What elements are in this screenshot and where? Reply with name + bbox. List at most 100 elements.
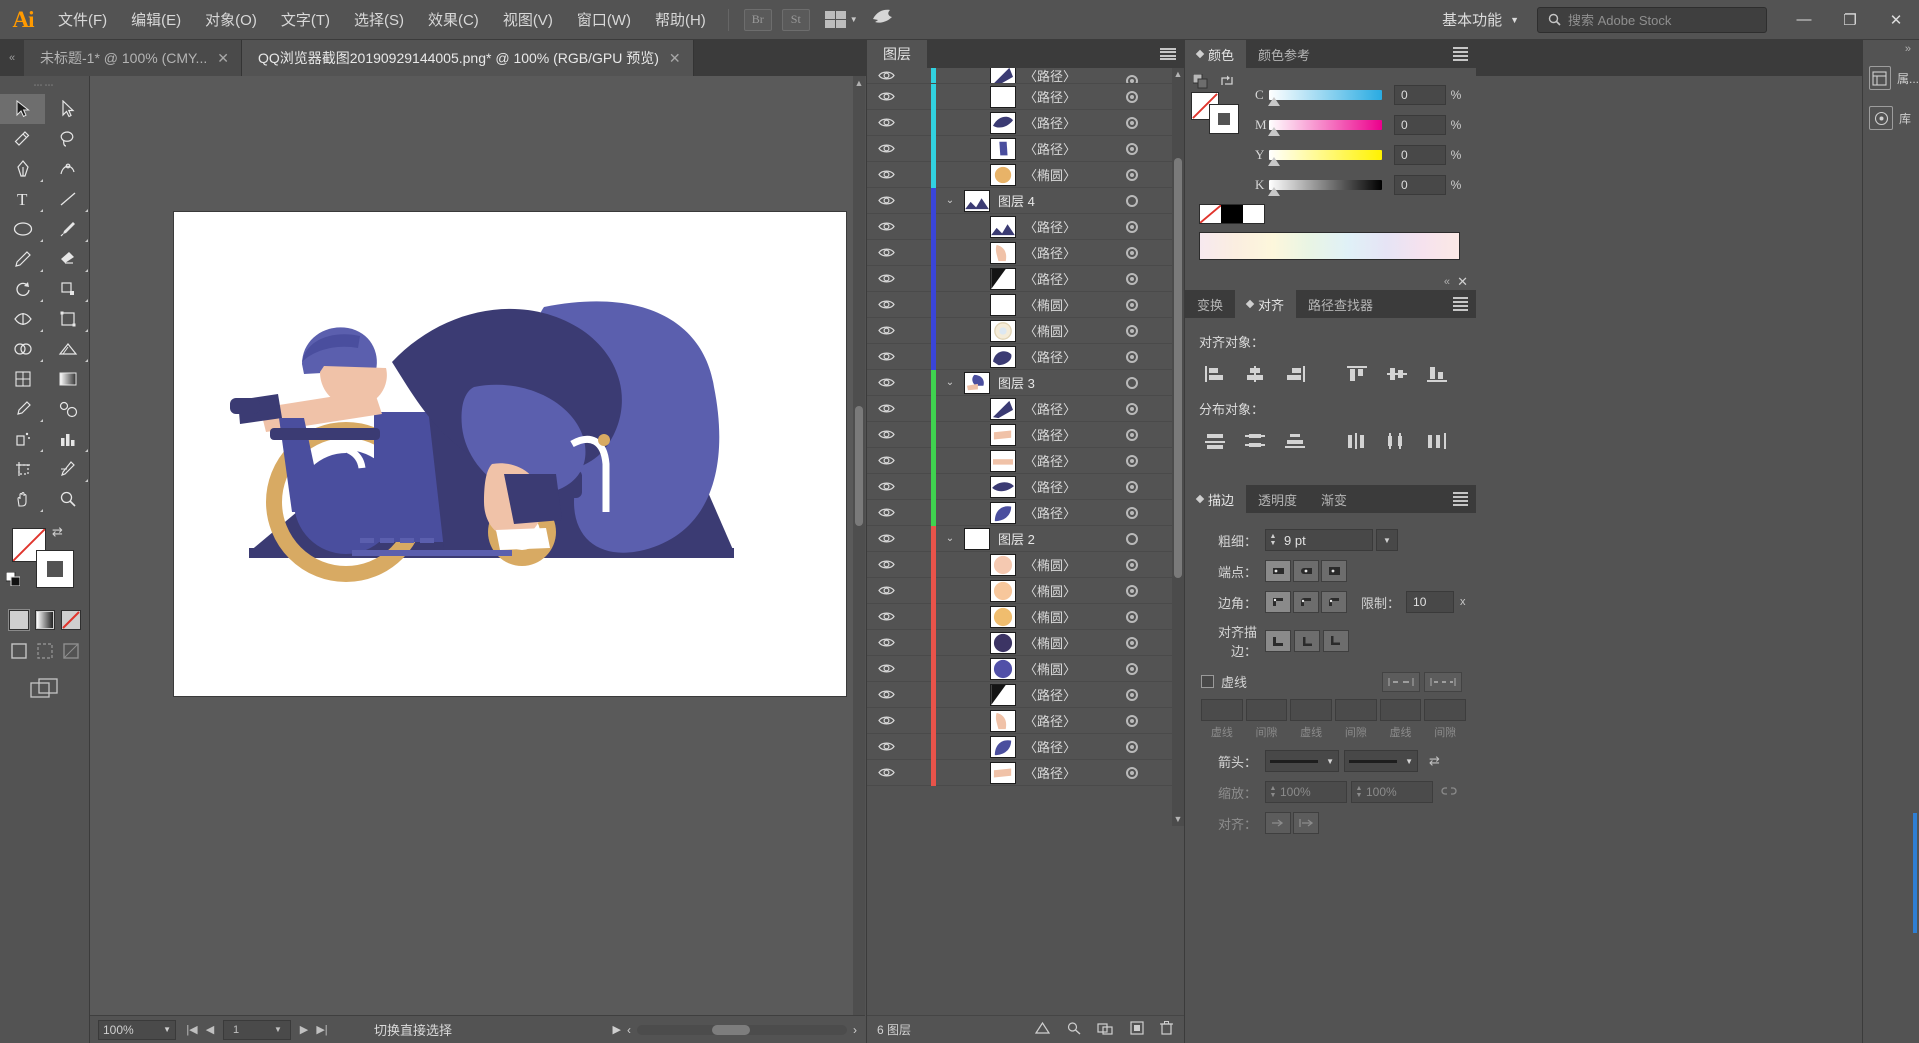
- dashed-line-checkbox-row[interactable]: 虚线: [1201, 671, 1466, 692]
- default-fill-stroke-icon[interactable]: [5, 571, 21, 587]
- black-swatch[interactable]: [1221, 205, 1243, 223]
- visibility-toggle-icon[interactable]: [867, 299, 905, 310]
- gap-input-1[interactable]: [1245, 699, 1288, 721]
- layer-target-indicator[interactable]: [1126, 403, 1138, 415]
- layers-scroll-thumb[interactable]: [1174, 158, 1182, 578]
- workspace-switcher[interactable]: 基本功能 ▼: [1432, 6, 1529, 34]
- color-button[interactable]: [7, 609, 30, 631]
- layer-target-indicator[interactable]: [1126, 429, 1138, 441]
- layer-target-indicator[interactable]: [1126, 221, 1138, 233]
- gap-input-3[interactable]: [1424, 699, 1467, 721]
- magic-wand-tool[interactable]: [0, 124, 45, 154]
- dash-input-2[interactable]: [1290, 699, 1333, 721]
- selection-tool[interactable]: [0, 94, 45, 124]
- menu-edit[interactable]: 编辑(E): [119, 0, 193, 40]
- slider-input-y[interactable]: 0: [1394, 145, 1446, 165]
- slider-track-k[interactable]: [1268, 180, 1382, 196]
- layer-row[interactable]: 〈椭圆〉: [867, 551, 1184, 578]
- tab-transform[interactable]: 变换: [1185, 290, 1235, 318]
- layer-target-indicator[interactable]: [1126, 91, 1138, 103]
- column-graph-tool[interactable]: [45, 424, 90, 454]
- expand-dock-icon[interactable]: »: [1863, 40, 1919, 58]
- layer-row[interactable]: ⌄ 图层 3: [867, 369, 1184, 396]
- rotate-tool[interactable]: [0, 274, 45, 304]
- distribute-top-icon[interactable]: [1197, 428, 1233, 454]
- dash-align-corners-icon[interactable]: [1424, 671, 1462, 692]
- visibility-toggle-icon[interactable]: [867, 741, 905, 752]
- dash-input-1[interactable]: [1201, 699, 1243, 721]
- none-button[interactable]: [60, 610, 81, 630]
- create-new-sublayer-icon[interactable]: [1097, 1021, 1114, 1038]
- blend-tool[interactable]: [45, 394, 90, 424]
- stepper-arrows-icon[interactable]: ▲ ▼: [1352, 785, 1366, 799]
- document-tab-1[interactable]: 未标题-1* @ 100% (CMY... ✕: [24, 40, 242, 76]
- visibility-toggle-icon[interactable]: [867, 195, 905, 206]
- align-top-icon[interactable]: [1339, 361, 1375, 387]
- visibility-toggle-icon[interactable]: [867, 70, 905, 81]
- canvas-area[interactable]: ▲ ▼: [90, 76, 865, 1043]
- restore-button[interactable]: ❐: [1827, 0, 1873, 40]
- visibility-toggle-icon[interactable]: [867, 403, 905, 414]
- miter-join-icon[interactable]: [1265, 591, 1291, 613]
- delete-selection-icon[interactable]: [1160, 1021, 1173, 1038]
- slice-tool[interactable]: [45, 454, 90, 484]
- visibility-toggle-icon[interactable]: [867, 767, 905, 778]
- layer-target-indicator[interactable]: [1126, 169, 1138, 181]
- visibility-toggle-icon[interactable]: [867, 221, 905, 232]
- canvas-scroll-thumb[interactable]: [855, 406, 863, 526]
- scroll-up-icon[interactable]: ▲: [1172, 68, 1184, 81]
- layer-target-indicator[interactable]: [1126, 637, 1138, 649]
- visibility-toggle-icon[interactable]: [867, 611, 905, 622]
- zoom-tool[interactable]: [45, 484, 90, 514]
- expand-collapse-icon[interactable]: ⌄: [936, 377, 964, 388]
- layer-target-indicator[interactable]: [1126, 663, 1138, 675]
- first-artboard-button[interactable]: |◀: [184, 1023, 200, 1036]
- visibility-toggle-icon[interactable]: [867, 91, 905, 102]
- next-artboard-button[interactable]: ▶: [296, 1023, 312, 1036]
- artboard-tool[interactable]: [0, 454, 45, 484]
- visibility-toggle-icon[interactable]: [867, 455, 905, 466]
- color-fill-swatch[interactable]: [1209, 104, 1239, 134]
- tab-align[interactable]: 对齐: [1235, 290, 1297, 318]
- align-right-icon[interactable]: [1277, 361, 1313, 387]
- gap-input-2[interactable]: [1335, 699, 1377, 721]
- visibility-toggle-icon[interactable]: [867, 507, 905, 518]
- layer-target-indicator[interactable]: [1126, 351, 1138, 363]
- document-tab-2[interactable]: QQ浏览器截图20190929144005.png* @ 100% (RGB/G…: [241, 40, 694, 76]
- pencil-tool[interactable]: [0, 244, 45, 274]
- stepper-arrows-icon[interactable]: ▲ ▼: [1266, 785, 1280, 799]
- bevel-join-icon[interactable]: [1321, 591, 1347, 613]
- layer-target-indicator[interactable]: [1126, 455, 1138, 467]
- tab-transparency[interactable]: 透明度: [1246, 485, 1309, 513]
- distribute-vertical-center-icon[interactable]: [1237, 428, 1273, 454]
- close-icon[interactable]: ✕: [217, 50, 229, 67]
- color-spectrum-bar[interactable]: [1199, 232, 1460, 260]
- align-vertical-center-icon[interactable]: [1379, 361, 1415, 387]
- layer-row[interactable]: 〈路径〉: [867, 395, 1184, 422]
- layer-row[interactable]: 〈路径〉: [867, 473, 1184, 500]
- align-stroke-outside-icon[interactable]: [1323, 630, 1349, 652]
- canvas-vertical-scrollbar[interactable]: ▲ ▼: [853, 76, 865, 1043]
- visibility-toggle-icon[interactable]: [867, 637, 905, 648]
- layer-target-indicator[interactable]: [1126, 481, 1138, 493]
- arrange-documents-button[interactable]: ▼: [824, 11, 858, 28]
- layer-row[interactable]: ⌄ 图层 2: [867, 525, 1184, 552]
- slider-thumb-k[interactable]: [1268, 187, 1280, 196]
- align-panel-menu-icon[interactable]: [1453, 297, 1468, 311]
- ellipse-tool[interactable]: [0, 214, 45, 244]
- scroll-down-icon[interactable]: ▼: [1172, 813, 1184, 826]
- layer-target-indicator[interactable]: [1126, 195, 1138, 207]
- layer-row[interactable]: 〈椭圆〉: [867, 629, 1184, 656]
- expand-collapse-icon[interactable]: ⌄: [936, 533, 964, 544]
- distribute-right-icon[interactable]: [1419, 428, 1455, 454]
- layer-row[interactable]: 〈路径〉: [867, 213, 1184, 240]
- visibility-toggle-icon[interactable]: [867, 559, 905, 570]
- expand-collapse-icon[interactable]: ⌄: [936, 195, 964, 206]
- arrow-start-select[interactable]: ▼: [1265, 750, 1339, 772]
- status-play-icon[interactable]: ▶: [613, 1023, 621, 1036]
- none-swatch[interactable]: [1200, 205, 1222, 223]
- scale-tool[interactable]: [45, 274, 90, 304]
- layer-row[interactable]: 〈椭圆〉: [867, 655, 1184, 682]
- dock-scroll-indicator[interactable]: [1913, 813, 1917, 933]
- slider-thumb-y[interactable]: [1268, 157, 1280, 166]
